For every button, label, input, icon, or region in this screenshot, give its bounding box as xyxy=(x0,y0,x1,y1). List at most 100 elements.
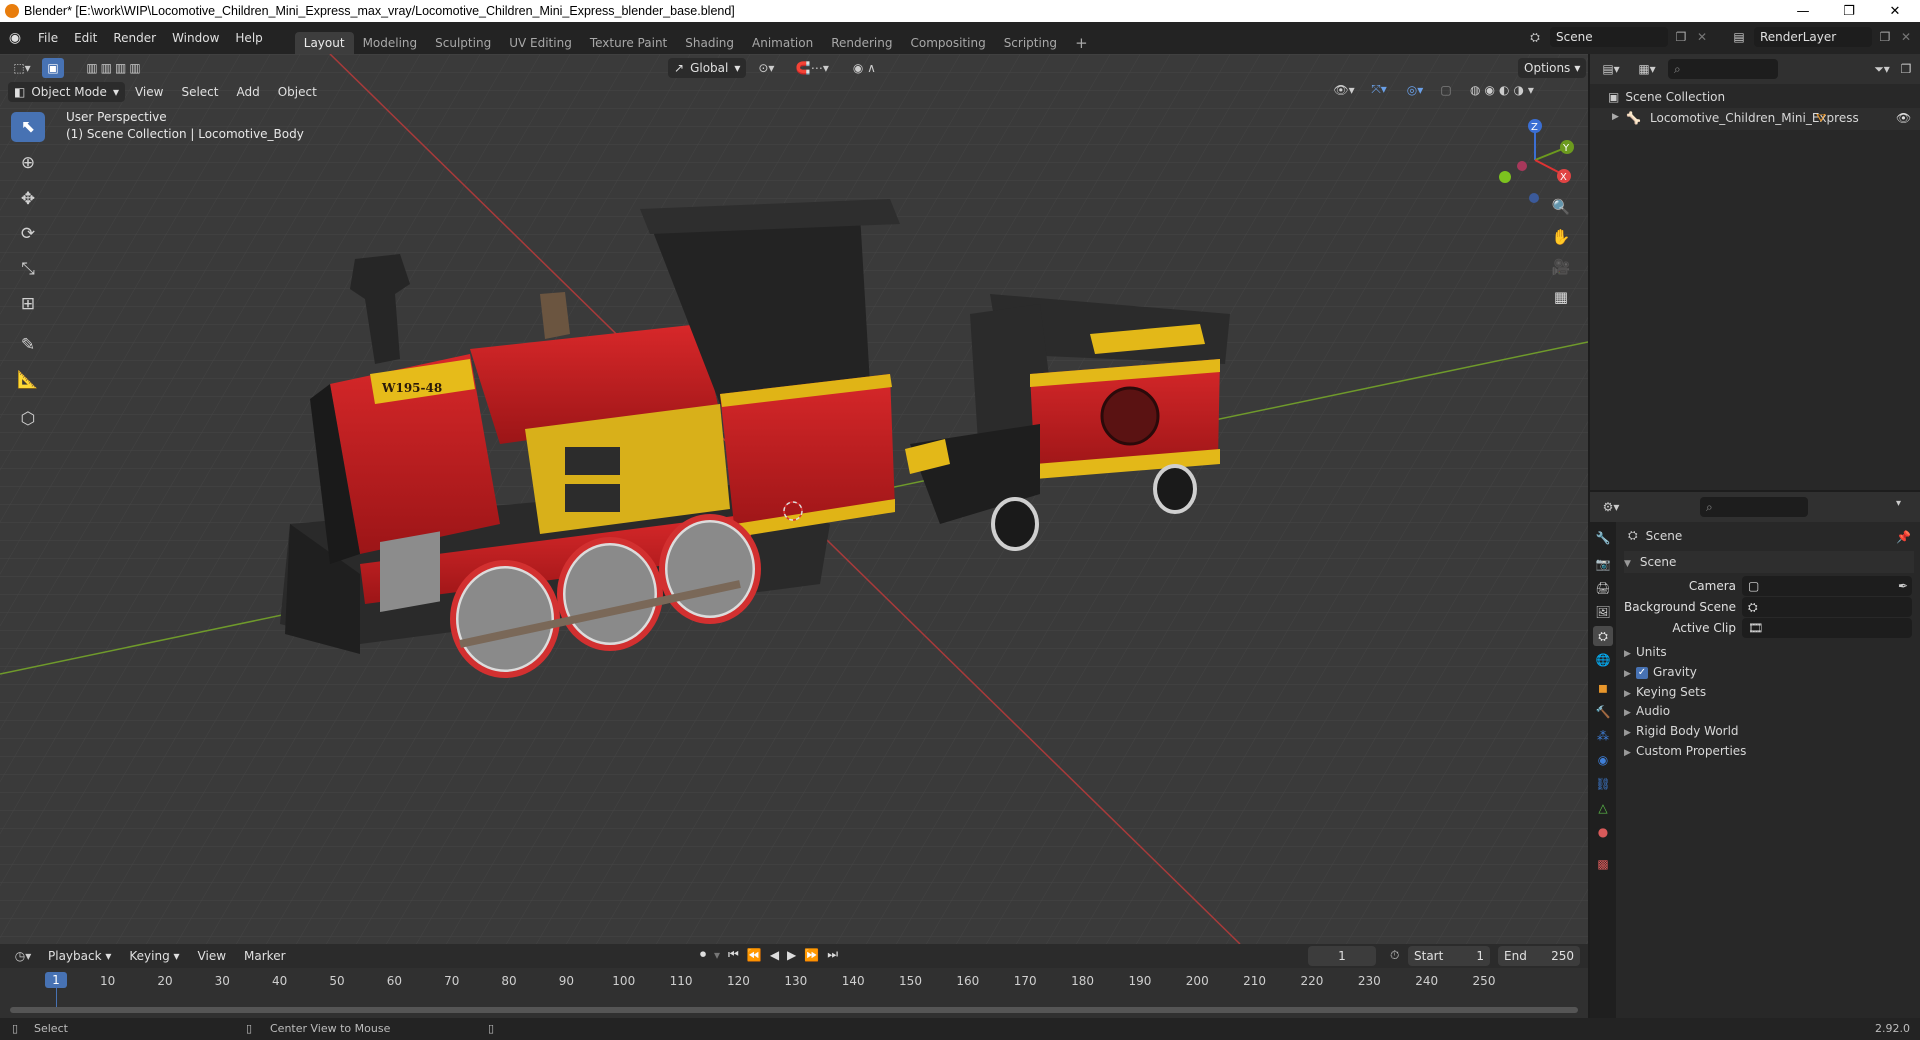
editor-type-icon[interactable]: ⬚▾ xyxy=(8,58,36,78)
measure-tool-icon[interactable]: 📐 xyxy=(11,365,45,395)
delete-layer-icon[interactable]: ✕ xyxy=(1898,30,1914,44)
constraints-tab-icon[interactable]: ⛓ xyxy=(1593,774,1613,794)
outliner-row[interactable]: ▶ 🦴 Locomotive_Children_Mini_Express ⛛ 👁 xyxy=(1590,108,1920,130)
tab-scripting[interactable]: Scripting xyxy=(995,32,1066,54)
record-icon[interactable]: ⏺ xyxy=(700,947,706,962)
scene-panel-header[interactable]: ▼ Scene xyxy=(1624,551,1914,573)
stopwatch-icon[interactable]: ⏱ xyxy=(1390,948,1399,963)
select-tool-icon[interactable]: ⬉ xyxy=(11,112,45,142)
viewport-scene[interactable]: W195-48 xyxy=(0,54,1588,944)
scene-icon[interactable]: ⛭ xyxy=(1524,30,1546,45)
tab-uv-editing[interactable]: UV Editing xyxy=(500,32,581,54)
close-button[interactable]: ✕ xyxy=(1872,0,1918,22)
rotate-tool-icon[interactable]: ⟳ xyxy=(11,219,45,249)
viewport-menu-select[interactable]: Select xyxy=(173,82,226,102)
physics-tab-icon[interactable]: ◉ xyxy=(1593,750,1613,770)
add-cube-tool-icon[interactable]: ⬡ xyxy=(11,404,45,434)
transform-orientation-dropdown[interactable]: ↗ Global ▾ xyxy=(668,58,747,78)
gravity-checkbox[interactable]: ✓ xyxy=(1636,666,1648,679)
tab-animation[interactable]: Animation xyxy=(743,32,822,54)
menu-window[interactable]: Window xyxy=(164,22,227,54)
overlay-toggle-icon[interactable]: ◎▾ xyxy=(1400,83,1430,97)
start-frame-field[interactable]: Start 1 xyxy=(1408,946,1490,966)
ortho-grid-icon[interactable]: ▦ xyxy=(1548,284,1574,310)
selection-mode-icons[interactable]: ▥▥▥▥ xyxy=(70,58,160,78)
proportional-edit-icon[interactable]: ◉ ∧ xyxy=(844,61,884,75)
tab-layout[interactable]: Layout xyxy=(294,32,354,54)
menu-help[interactable]: Help xyxy=(227,22,270,54)
delete-scene-icon[interactable]: ✕ xyxy=(1694,30,1710,44)
xray-icon[interactable]: ▢ xyxy=(1436,83,1456,97)
menu-render[interactable]: Render xyxy=(105,22,164,54)
play-icon[interactable]: ▶ xyxy=(787,948,796,962)
render-tab-icon[interactable]: 📷 xyxy=(1593,554,1613,574)
outliner-editor-icon[interactable]: ▤▾ xyxy=(1596,62,1626,76)
eye-visibility-icon[interactable]: 👁 xyxy=(1896,111,1911,125)
menu-file[interactable]: File xyxy=(30,22,66,54)
expand-arrow-icon[interactable]: ▶ xyxy=(1612,112,1619,122)
chevron-down-icon[interactable]: ▾ xyxy=(1896,498,1901,509)
annotate-tool-icon[interactable]: ✎ xyxy=(11,330,45,360)
menu-edit[interactable]: Edit xyxy=(66,22,105,54)
outliner-search-input[interactable]: ⌕ xyxy=(1668,59,1778,79)
viewport-menu-view[interactable]: View xyxy=(127,82,171,102)
timeline-scrollbar[interactable] xyxy=(10,1007,1578,1013)
pan-hand-icon[interactable]: ✋ xyxy=(1548,224,1574,250)
rigid-body-world-panel[interactable]: ▶ Rigid Body World xyxy=(1624,720,1739,742)
particles-tab-icon[interactable]: ⁂ xyxy=(1593,726,1613,746)
playhead-frame-indicator[interactable]: 1 xyxy=(45,972,67,988)
scene-tab-icon[interactable]: ⛭ xyxy=(1593,626,1613,646)
units-panel[interactable]: ▶ Units xyxy=(1624,641,1667,663)
tab-rendering[interactable]: Rendering xyxy=(822,32,901,54)
timeline-menu-marker[interactable]: Marker xyxy=(236,946,293,966)
tab-compositing[interactable]: Compositing xyxy=(901,32,994,54)
cursor-tool-icon[interactable]: ⊕ xyxy=(11,148,45,178)
blender-menu-icon[interactable]: ◉ xyxy=(0,30,30,46)
new-collection-icon[interactable]: ❐ xyxy=(1896,62,1916,76)
restore-button[interactable]: ❐ xyxy=(1826,0,1872,22)
camera-field[interactable]: ▢ xyxy=(1742,576,1912,596)
timeline-menu-keying[interactable]: Keying ▾ xyxy=(121,946,187,966)
viewport-menu-add[interactable]: Add xyxy=(228,82,267,102)
add-workspace-button[interactable]: + xyxy=(1066,32,1097,54)
pin-icon[interactable]: 📌 xyxy=(1896,530,1911,544)
current-frame-field[interactable]: 1 xyxy=(1308,946,1376,966)
play-reverse-icon[interactable]: ◀ xyxy=(770,948,779,962)
timeline-menu-view[interactable]: View xyxy=(190,946,234,966)
material-tab-icon[interactable]: ● xyxy=(1593,822,1613,842)
select-box-icon[interactable]: ▣ xyxy=(42,58,64,78)
object-mode-dropdown[interactable]: ◧ Object Mode ▾ xyxy=(8,82,125,102)
properties-editor-icon[interactable]: ⚙▾ xyxy=(1596,500,1626,514)
object-tab-icon[interactable]: ◼ xyxy=(1593,678,1613,698)
pivot-icon[interactable]: ⊙▾ xyxy=(752,61,780,75)
audio-panel[interactable]: ▶ Audio xyxy=(1624,700,1670,722)
next-keyframe-icon[interactable]: ⏩ xyxy=(804,948,819,962)
custom-properties-panel[interactable]: ▶ Custom Properties xyxy=(1624,740,1746,762)
active-clip-field[interactable]: 🎞 xyxy=(1742,618,1912,638)
eyedropper-icon[interactable]: ✒ xyxy=(1898,575,1908,597)
end-frame-field[interactable]: End 250 xyxy=(1498,946,1580,966)
world-tab-icon[interactable]: 🌐 xyxy=(1593,650,1613,670)
camera-view-icon[interactable]: 🎥 xyxy=(1548,254,1574,280)
snap-icon[interactable]: 🧲⋯▾ xyxy=(786,61,838,75)
new-scene-icon[interactable]: ❐ xyxy=(1672,30,1690,44)
texture-tab-icon[interactable]: ▩ xyxy=(1593,854,1613,874)
transform-tool-icon[interactable]: ⊞ xyxy=(11,289,45,319)
gizmo-toggle-icon[interactable]: ⤧▾ xyxy=(1364,82,1394,97)
options-dropdown[interactable]: Options ▾ xyxy=(1518,58,1587,78)
outliner-scene-collection[interactable]: ▣ Scene Collection xyxy=(1608,90,1725,104)
data-tab-icon[interactable]: △ xyxy=(1593,798,1613,818)
background-scene-field[interactable]: ⛭ xyxy=(1742,597,1912,617)
timeline-editor-icon[interactable]: ◷▾ xyxy=(8,949,38,963)
zoom-icon[interactable]: 🔍 xyxy=(1548,194,1574,220)
tool-tab-icon[interactable]: 🔧 xyxy=(1593,528,1613,548)
view-layer-tab-icon[interactable]: 🖼 xyxy=(1593,602,1613,622)
prev-keyframe-icon[interactable]: ⏪ xyxy=(747,948,762,962)
visibility-icon[interactable]: 👁▾ xyxy=(1330,83,1358,97)
tab-sculpting[interactable]: Sculpting xyxy=(426,32,500,54)
move-tool-icon[interactable]: ✥ xyxy=(11,184,45,214)
jump-end-icon[interactable]: ⏭ xyxy=(827,947,838,962)
output-tab-icon[interactable]: 🖨 xyxy=(1593,578,1613,598)
chevron-down-icon[interactable]: ▾ xyxy=(714,948,720,962)
new-layer-icon[interactable]: ❐ xyxy=(1876,30,1894,44)
